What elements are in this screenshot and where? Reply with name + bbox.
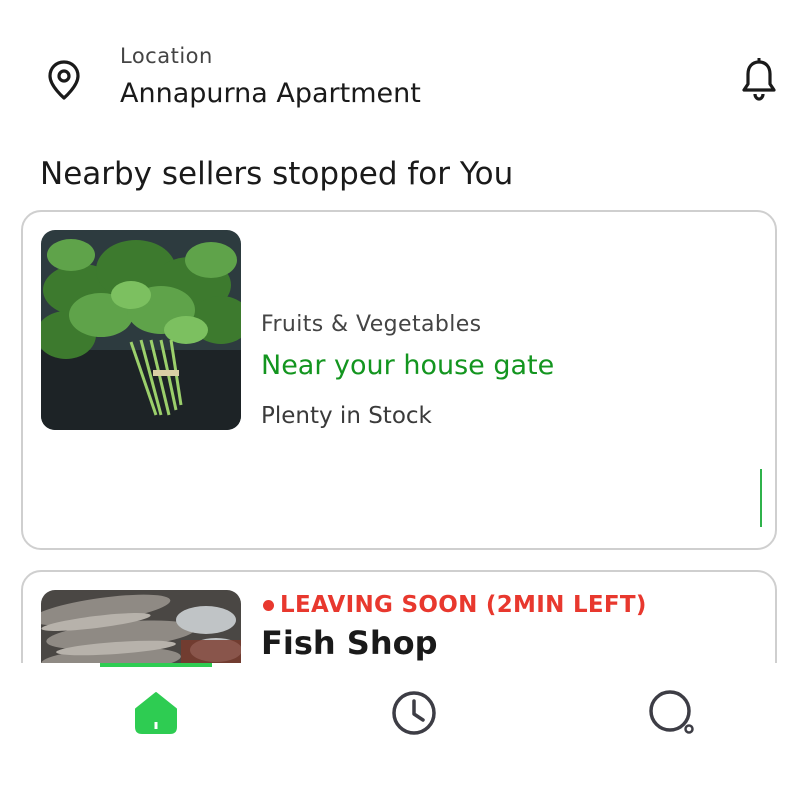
seller-category: Fruits & Vegetables	[261, 312, 482, 337]
bottom-tab-bar	[0, 663, 800, 800]
home-icon[interactable]	[130, 687, 182, 739]
alert-dot-icon	[263, 599, 274, 611]
stock-status: Plenty in Stock	[261, 403, 432, 429]
leaving-soon-label: LEAVING SOON (2MIN LEFT)	[280, 592, 647, 618]
bell-icon[interactable]	[738, 56, 780, 102]
location-value[interactable]: Annapurna Apartment	[120, 78, 421, 109]
section-title: Nearby sellers stopped for You	[40, 156, 514, 192]
leaving-soon-status: LEAVING SOON (2MIN LEFT)	[263, 592, 647, 618]
location-label: Location	[120, 44, 213, 68]
seller-location-status: Near your house gate	[261, 350, 555, 381]
active-tab-indicator	[100, 663, 212, 667]
seller-card[interactable]: Fruits & Vegetables Near your house gate…	[21, 210, 777, 550]
spinach-image	[41, 230, 241, 430]
seller-name: Fish Shop	[261, 624, 438, 662]
header: Location Annapurna Apartment	[0, 0, 800, 130]
clock-icon[interactable]	[388, 687, 440, 739]
map-pin-icon[interactable]	[44, 58, 84, 102]
scroll-indicator	[760, 469, 762, 527]
search-icon[interactable]	[646, 687, 698, 739]
